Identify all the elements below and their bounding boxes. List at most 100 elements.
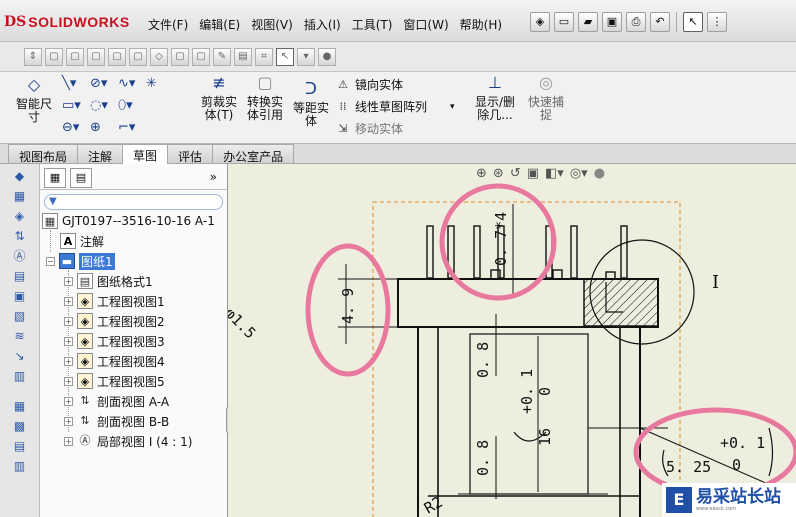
globe-icon[interactable]: ● [318,48,336,66]
tree-annotations[interactable]: A 注解 [60,232,104,250]
pencil-icon[interactable]: ✎ [213,48,231,66]
expand-icon[interactable]: + [64,336,73,346]
open-folder-icon[interactable]: ▰ [578,12,598,32]
expand-icon[interactable]: + [64,316,73,326]
trim-entities-button[interactable]: ≢ 剪裁实 体(T) [198,75,240,122]
block-icon[interactable]: ▩ [12,418,28,434]
tab-annotation[interactable]: 注解 [77,144,124,164]
convert-entities-button[interactable]: ▢ 转换实 体引用 [244,75,286,122]
expand-chevron-icon[interactable]: » [210,170,217,184]
expand-icon[interactable]: + [64,296,73,306]
linear-pattern-button[interactable]: ⁞⁞ 线性草图阵列 ▾ [336,98,455,115]
box-view-icon[interactable]: ▢ [45,48,63,66]
quick-snaps-button[interactable]: ◎ 快速捕 捉 [526,75,566,122]
tree-item[interactable]: + Ⓐ 局部视图 I (4 : 1) [64,432,192,450]
extra-icon[interactable]: ▥ [12,458,28,474]
tab-view-layout[interactable]: 视图布局 [8,144,79,164]
ruler-icon[interactable]: ▥ [12,368,28,384]
feature-tree-tab-icon[interactable]: ▦ [44,168,66,188]
display-delete-relations-button[interactable]: ⊥ 显示/删 除几... [472,73,518,122]
cube-icon[interactable]: ◈ [12,208,28,224]
menu-window[interactable]: 窗口(W) [403,16,448,33]
slot-icon[interactable]: ⊖▾ [62,120,90,138]
tree-root[interactable]: ▦ GJT0197--3516-10-16 A-1 [42,212,215,230]
select-pointer-icon[interactable]: ↖ [683,12,703,32]
tree-sheet[interactable]: − ▬ 图纸1 [46,252,115,270]
tag-icon[interactable]: ◆ [12,168,28,184]
offset-entities-button[interactable]: ᑐ 等距实 体 [290,81,332,128]
select-arrow-icon[interactable]: ↖ [276,48,294,66]
tree-item[interactable]: + ◈ 工程图视图4 [64,352,165,370]
tree-item[interactable]: + ◈ 工程图视图5 [64,372,165,390]
polygon-icon[interactable]: ⊕ [90,120,118,138]
tree-item[interactable]: + ▤ 图纸格式1 [64,272,153,290]
box-view-icon[interactable]: ▢ [87,48,105,66]
rectangle-icon[interactable]: ▭▾ [62,98,90,116]
tree-item[interactable]: + ⇅ 剖面视图 B-B [64,412,169,430]
expand-icon[interactable]: + [64,276,73,286]
spline-icon[interactable]: ∿▾ [118,76,146,94]
tree-item[interactable]: + ◈ 工程图视图1 [64,292,165,310]
drawing-canvas[interactable]: ⊕ ⊛ ↺ ▣ ◧▾ ◎▾ ● I 0. 7*4 4. 9 0. 8 0. 8 … [228,164,796,517]
layer-icon[interactable]: ▤ [12,438,28,454]
circle-icon[interactable]: ⊘▾ [90,76,118,94]
menu-file[interactable]: 文件(F) [148,16,188,33]
expand-icon[interactable]: + [64,376,73,386]
dropdown-arrow-icon[interactable]: ▾ [450,102,455,112]
fillet-icon[interactable]: ⌐▾ [118,120,146,138]
mirror-entities-button[interactable]: ⚠ 镜向实体 [336,76,403,93]
note-icon[interactable]: Ⓐ [12,248,28,264]
menu-insert[interactable]: 插入(I) [304,16,341,33]
pin-icon[interactable]: ◈ [530,12,550,32]
box-view-icon[interactable]: ▢ [171,48,189,66]
expand-icon[interactable]: + [64,396,73,406]
new-document-icon[interactable]: ▭ [554,12,574,32]
expand-icon[interactable]: + [64,416,73,426]
save-icon[interactable]: ▣ [602,12,622,32]
arc-icon[interactable]: ◌▾ [90,98,118,116]
wave-icon[interactable]: ≋ [12,328,28,344]
box-view-icon[interactable]: ▢ [192,48,210,66]
title-bar: DS SOLIDWORKS 文件(F) 编辑(E) 视图(V) 插入(I) 工具… [0,0,796,42]
menu-edit[interactable]: 编辑(E) [199,16,240,33]
smart-dimension-button[interactable]: ◇ 智能尺 寸 [10,77,58,124]
tab-evaluate[interactable]: 评估 [167,144,214,164]
tree-item[interactable]: + ⇅ 剖面视图 A-A [64,392,169,410]
line-icon[interactable]: ╲▾ [62,76,90,94]
menu-tools[interactable]: 工具(T) [352,16,393,33]
arrows-icon[interactable]: ⇅ [12,228,28,244]
view-icon[interactable]: ▣ [12,288,28,304]
spreadsheet-icon[interactable]: ▦ [12,398,28,414]
tab-sketch[interactable]: 草图 [122,144,169,165]
undo-icon[interactable]: ↶ [650,12,670,32]
menu-view[interactable]: 视图(V) [251,16,293,33]
expand-icon[interactable]: + [64,436,73,446]
tab-office-products[interactable]: 办公室产品 [212,144,295,164]
arrow-icon[interactable]: ↘ [12,348,28,364]
tree-item[interactable]: + ◈ 工程图视图3 [64,332,165,350]
hatch-icon[interactable]: ▧ [12,308,28,324]
table-icon[interactable]: ▤ [234,48,252,66]
relations-icon: ⊥ [488,73,502,92]
anchor-icon[interactable]: ⇕ [24,48,42,66]
box-view-icon[interactable]: ▢ [108,48,126,66]
tree-filter-input[interactable]: ▼ [44,194,223,210]
ellipse-icon[interactable]: ⬯▾ [118,98,146,116]
point-icon[interactable]: ✳ [146,76,174,94]
box-view-icon[interactable]: ▢ [129,48,147,66]
menu-help[interactable]: 帮助(H) [460,16,502,33]
box-view-icon[interactable]: ◇ [150,48,168,66]
expand-icon[interactable]: + [64,356,73,366]
property-tab-icon[interactable]: ▤ [70,168,92,188]
grid-icon[interactable]: ▦ [12,188,28,204]
pins [426,225,628,280]
table-icon[interactable]: ▤ [12,268,28,284]
transform-icon[interactable]: ⌗ [255,48,273,66]
dropdown-icon[interactable]: ▾ [297,48,315,66]
print-icon[interactable]: ⎙ [626,12,646,32]
move-entities-button[interactable]: ⇲ 移动实体 [336,120,403,137]
box-view-icon[interactable]: ▢ [66,48,84,66]
tree-item[interactable]: + ◈ 工程图视图2 [64,312,165,330]
collapse-icon[interactable]: − [46,256,55,266]
traffic-light-icon[interactable]: ⋮ [707,12,727,32]
